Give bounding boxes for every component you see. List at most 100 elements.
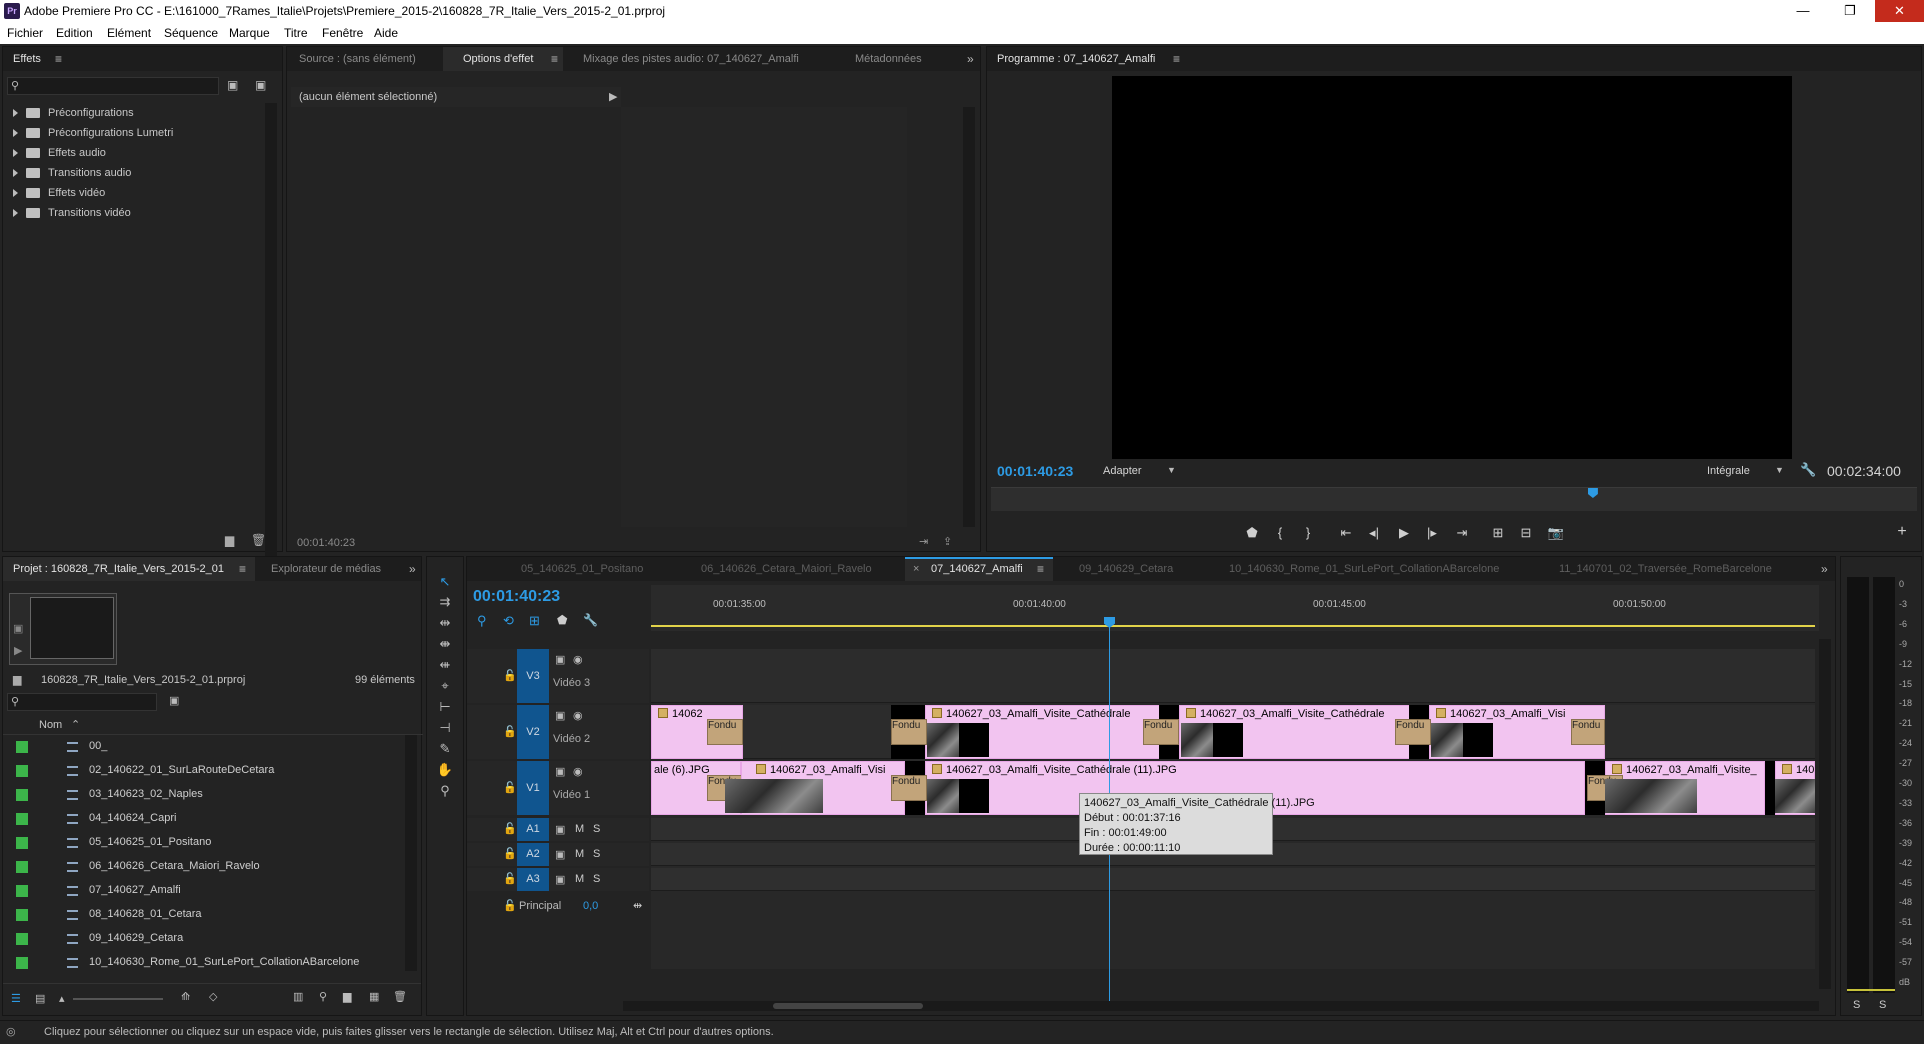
scrollbar-thumb[interactable] [773, 1003, 923, 1009]
menu-fenetre[interactable]: Fenêtre [322, 26, 363, 40]
list-item[interactable]: 07_140627_Amalfi [3, 879, 403, 903]
lock-icon[interactable]: 🔓 [503, 781, 517, 794]
mute-button[interactable]: M [575, 823, 584, 835]
overflow-chevron-icon[interactable]: » [409, 562, 416, 576]
track-target-v3[interactable]: V3 [517, 649, 549, 703]
track-target-a2[interactable]: A2 [517, 843, 549, 866]
go-to-out-button[interactable]: ⇥ [1451, 525, 1473, 541]
step-back-button[interactable]: ◂| [1363, 525, 1385, 541]
tab-explorateur-medias[interactable]: Explorateur de médias [271, 563, 381, 575]
panel-menu-icon[interactable]: ≡ [1037, 562, 1044, 576]
menu-titre[interactable]: Titre [284, 26, 308, 40]
filter-icon[interactable]: ⇥ [919, 535, 928, 548]
selection-tool-icon[interactable]: ↖ [436, 574, 454, 592]
effects-search-input[interactable]: ⚲ [7, 77, 219, 95]
column-nom[interactable]: Nom [39, 719, 62, 731]
step-forward-button[interactable]: |▸ [1421, 525, 1443, 541]
tree-item-preconfigurations[interactable]: Préconfigurations [13, 107, 134, 119]
eye-icon[interactable]: ◉ [573, 765, 583, 778]
add-marker-icon[interactable]: ⬟ [557, 613, 567, 627]
master-volume-value[interactable]: 0,0 [583, 900, 598, 912]
expand-icon[interactable] [13, 149, 18, 158]
expand-icon[interactable] [13, 189, 18, 198]
tab-sequence-cetara-maiori[interactable]: 06_140626_Cetara_Maiori_Ravelo [701, 563, 872, 575]
solo-right-button[interactable]: S [1879, 999, 1886, 1011]
program-timecode[interactable]: 00:01:40:23 [997, 463, 1073, 479]
tab-source[interactable]: Source : (sans élément) [299, 53, 416, 65]
label-color-swatch[interactable] [16, 885, 28, 897]
program-video-viewport[interactable] [1112, 76, 1792, 459]
new-search-bin-icon[interactable]: ▣ [169, 694, 179, 707]
film-icon[interactable]: ▣ [555, 823, 565, 836]
trash-icon[interactable]: 🗑 [251, 533, 266, 547]
program-playhead[interactable] [1587, 488, 1598, 498]
new-bin-icon[interactable]: ▣ [227, 78, 238, 92]
lock-icon[interactable]: 🔓 [503, 847, 517, 860]
label-color-swatch[interactable] [16, 957, 28, 969]
quality-dropdown[interactable]: Intégrale [1707, 465, 1750, 477]
extract-button[interactable]: ⊟ [1515, 525, 1537, 541]
snap-icon[interactable]: ⚲ [477, 613, 487, 629]
tree-item-preconfigurations-lumetri[interactable]: Préconfigurations Lumetri [13, 127, 173, 139]
menu-fichier[interactable]: Fichier [7, 26, 43, 40]
effects-scrollbar[interactable] [265, 103, 277, 573]
project-scrollbar[interactable] [405, 735, 417, 971]
close-tab-icon[interactable]: × [913, 563, 919, 575]
label-color-swatch[interactable] [16, 813, 28, 825]
new-item-icon[interactable]: ▦ [369, 990, 379, 1003]
effect-controls-scrollbar[interactable] [963, 107, 975, 527]
solo-button[interactable]: S [593, 823, 600, 835]
slip-tool-icon[interactable]: ⊢ [436, 699, 454, 717]
slide-tool-icon[interactable]: ⊣ [436, 720, 454, 738]
tab-sequence-cetara[interactable]: 09_140629_Cetara [1079, 563, 1173, 575]
close-button[interactable]: ✕ [1875, 0, 1924, 22]
program-time-ruler[interactable] [991, 487, 1917, 511]
zoom-tool-icon[interactable]: ⚲ [436, 783, 454, 801]
export-icon[interactable]: ⇪ [943, 535, 952, 548]
work-area-bar[interactable] [651, 625, 1815, 627]
label-color-swatch[interactable] [16, 933, 28, 945]
wrench-icon[interactable]: 🔧 [1800, 462, 1816, 478]
overflow-chevron-icon[interactable]: » [967, 52, 974, 66]
expand-icon[interactable] [13, 169, 18, 178]
film-icon[interactable]: ▣ [555, 709, 565, 722]
track-target-a3[interactable]: A3 [517, 868, 549, 891]
list-view-icon[interactable]: ☰ [11, 992, 21, 1005]
chevron-down-icon[interactable]: ▼ [1167, 465, 1176, 475]
tree-item-transitions-audio[interactable]: Transitions audio [13, 167, 131, 179]
list-item[interactable]: 00_ [3, 735, 403, 759]
maximize-button[interactable]: ❐ [1828, 0, 1872, 22]
sort-ascending-icon[interactable]: ⌃ [71, 718, 80, 731]
zoom-slider[interactable] [73, 998, 163, 1000]
timeline-timecode[interactable]: 00:01:40:23 [473, 588, 560, 606]
list-item[interactable]: 06_140626_Cetara_Maiori_Ravelo [3, 855, 403, 879]
list-item[interactable]: 02_140622_01_SurLaRouteDeCetara [3, 759, 403, 783]
solo-button[interactable]: S [593, 848, 600, 860]
zoom-in-icon[interactable]: ⟰ [181, 990, 190, 1003]
hand-tool-icon[interactable]: ✋ [436, 762, 454, 780]
play-button[interactable]: ▶ [1393, 525, 1415, 541]
list-item[interactable]: 03_140623_02_Naples [3, 783, 403, 807]
go-to-in-button[interactable]: ⇤ [1335, 525, 1357, 541]
film-icon[interactable]: ▣ [555, 873, 565, 886]
zoom-out-icon[interactable]: ▴ [59, 992, 65, 1005]
film-icon[interactable]: ▣ [555, 653, 565, 666]
play-triangle-icon[interactable]: ▶ [14, 644, 22, 657]
overflow-chevron-icon[interactable]: » [1821, 562, 1828, 576]
new-preset-bin-icon[interactable]: ▣ [255, 78, 266, 92]
eye-icon[interactable]: ◉ [573, 653, 583, 666]
transition-fondu[interactable]: Fondu [891, 719, 927, 745]
label-color-swatch[interactable] [16, 789, 28, 801]
solo-button[interactable]: S [593, 873, 600, 885]
fit-dropdown[interactable]: Adapter [1103, 465, 1142, 477]
label-color-swatch[interactable] [16, 741, 28, 753]
tab-sequence-positano[interactable]: 05_140625_01_Positano [521, 563, 643, 575]
lock-icon[interactable]: 🔓 [503, 872, 517, 885]
expand-icon[interactable] [13, 129, 18, 138]
pen-tool-icon[interactable]: ✎ [436, 741, 454, 759]
tab-sequence-amalfi[interactable]: 07_140627_Amalfi [931, 563, 1023, 575]
expand-icon[interactable] [13, 109, 18, 118]
transition-fondu[interactable]: Fondu [707, 719, 743, 745]
rate-stretch-tool-icon[interactable]: ⇺ [436, 657, 454, 675]
label-color-swatch[interactable] [16, 909, 28, 921]
